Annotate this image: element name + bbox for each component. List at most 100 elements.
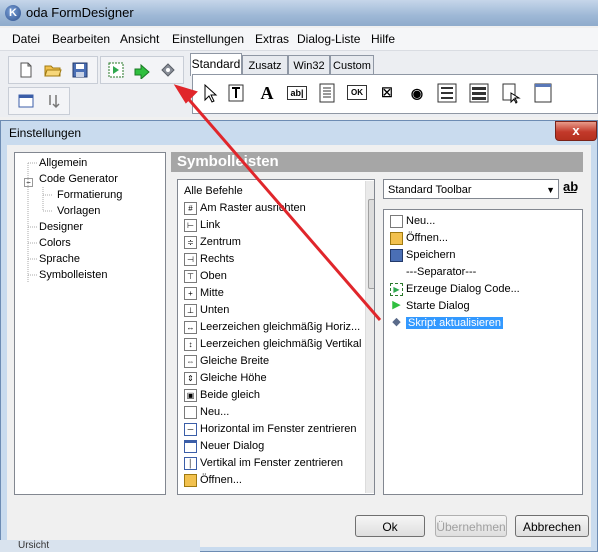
generate-code-icon[interactable] <box>107 61 125 79</box>
menu-datei[interactable]: Datei <box>12 32 40 46</box>
tree-lines <box>27 162 53 283</box>
menu-hilfe[interactable]: Hilfe <box>371 32 395 46</box>
same-size-icon: ▣ <box>184 388 197 402</box>
list-item[interactable]: Neuer Dialog <box>184 438 264 455</box>
scrollbar[interactable] <box>365 181 374 493</box>
section-header: Symbolleisten <box>171 152 583 172</box>
close-button[interactable]: x <box>555 121 597 141</box>
tab-win32[interactable]: Win32 <box>288 55 330 76</box>
list-item[interactable]: ⇕ Gleiche Höhe <box>184 370 267 387</box>
new-file-icon <box>390 214 403 228</box>
list-item[interactable]: ⊢ Link <box>184 217 220 234</box>
tab-zusatz[interactable]: Zusatz <box>242 55 288 76</box>
multiline-tool-icon[interactable] <box>315 81 339 105</box>
file-toolbar <box>8 56 98 84</box>
list-item-selected[interactable]: ◆ Skript aktualisieren <box>390 315 503 332</box>
space-vertical-icon: ↕ <box>184 337 197 351</box>
list-item[interactable]: ---Separator--- <box>406 264 476 281</box>
same-width-icon: ⇔ <box>184 354 197 368</box>
button-tool-icon[interactable]: OK <box>345 81 369 105</box>
apply-button[interactable]: Übernehmen <box>435 515 507 537</box>
open-folder-icon[interactable] <box>44 61 62 79</box>
menu-extras[interactable]: Extras <box>255 32 289 46</box>
chevron-down-icon: ▼ <box>546 185 555 195</box>
list-item[interactable]: ⊥ Unten <box>184 302 229 319</box>
new-file-icon <box>184 405 197 419</box>
new-file-icon[interactable] <box>17 61 35 79</box>
list-item[interactable]: ⊤ Oben <box>184 268 227 285</box>
run-icon: ▶ <box>390 299 403 313</box>
tab-custom[interactable]: Custom <box>330 55 374 76</box>
tab-order-icon[interactable] <box>45 92 63 110</box>
menu-bearbeiten[interactable]: Bearbeiten <box>52 32 110 46</box>
align-middle-icon: + <box>184 286 197 300</box>
same-height-icon: ⇕ <box>184 371 197 385</box>
toolbar-commands-list[interactable]: Neu... Öffnen... Speichern ---Separator-… <box>383 209 583 495</box>
list-item[interactable]: Öffnen... <box>184 472 242 489</box>
list-item[interactable]: Alle Befehle <box>184 183 243 200</box>
list-item[interactable]: Speichern <box>390 247 456 264</box>
list-item[interactable]: Öffnen... <box>390 230 448 247</box>
grid-icon: # <box>184 201 197 215</box>
list-item[interactable]: ≑ Zentrum <box>184 234 241 251</box>
combobox-tool-icon[interactable] <box>499 81 523 105</box>
open-folder-icon <box>184 473 197 487</box>
list-item[interactable]: ⊣ Rechts <box>184 251 234 268</box>
list-item[interactable]: │ Vertikal im Fenster zentrieren <box>184 455 343 472</box>
list-item[interactable]: ▶ Starte Dialog <box>390 298 470 315</box>
app-logo-icon: K <box>5 5 21 21</box>
frame-tool-icon[interactable] <box>531 81 555 105</box>
all-commands-list[interactable]: Alle Befehle # Am Raster ausrichten ⊢ Link… <box>177 179 375 495</box>
list-item[interactable]: Neu... <box>390 213 435 230</box>
groupbox-tool-icon[interactable] <box>435 81 459 105</box>
menu-dialog-liste[interactable]: Dialog-Liste <box>297 32 360 46</box>
run-icon[interactable] <box>133 61 151 79</box>
ok-button[interactable]: Ok <box>355 515 425 537</box>
settings-dialog: Einstellungen x Allgemein − Code Generat… <box>0 120 598 552</box>
cancel-button[interactable]: Abbrechen <box>515 515 589 537</box>
window-icon[interactable] <box>17 92 35 110</box>
scroll-thumb[interactable] <box>368 199 374 289</box>
view-toolbar <box>8 87 70 115</box>
tab-standard[interactable]: Standard <box>190 53 242 76</box>
save-icon <box>390 248 403 262</box>
menu-einstellungen[interactable]: Einstellungen <box>172 32 244 46</box>
title-bar: K oda FormDesigner <box>0 0 598 26</box>
align-right-icon: ⊣ <box>184 252 197 266</box>
list-item[interactable]: ↕ Leerzeichen gleichmäßig Vertikal <box>184 336 361 353</box>
settings-tree: Allgemein − Code Generator Formatierung … <box>14 152 166 495</box>
text-tool-icon[interactable]: A <box>255 81 279 105</box>
menu-ansicht[interactable]: Ansicht <box>120 32 159 46</box>
center-horizontal-icon: ─ <box>184 422 197 436</box>
refresh-script-icon[interactable] <box>159 61 177 79</box>
list-item[interactable]: # Am Raster ausrichten <box>184 200 306 217</box>
pointer-tool-icon[interactable] <box>197 81 221 105</box>
rename-icon[interactable]: a͟b <box>563 179 581 199</box>
align-top-icon: ⊤ <box>184 269 197 283</box>
align-bottom-icon: ⊥ <box>184 303 197 317</box>
listbox-tool-icon[interactable] <box>467 81 491 105</box>
list-item[interactable]: ⇔ Gleiche Breite <box>184 353 269 370</box>
new-dialog-icon <box>184 439 197 453</box>
list-item[interactable]: ▣ Beide gleich <box>184 387 260 404</box>
label-tool-icon[interactable] <box>225 81 249 105</box>
run-toolbar <box>100 56 184 84</box>
edit-field-tool-icon[interactable]: ab| <box>285 81 309 105</box>
list-item[interactable]: ↔ Leerzeichen gleichmäßig Horiz... <box>184 319 360 336</box>
menu-bar: Datei Bearbeiten Ansicht Einstellungen E… <box>0 28 598 51</box>
list-item[interactable]: Neu... <box>184 404 229 421</box>
radio-tool-icon[interactable]: ◉ <box>405 81 429 105</box>
align-left-icon: ⊢ <box>184 218 197 232</box>
checkbox-tool-icon[interactable]: ☒ <box>375 81 399 105</box>
list-item[interactable]: ▶ Erzeuge Dialog Code... <box>390 281 520 298</box>
generate-code-icon: ▶ <box>390 282 403 296</box>
component-palette: A ab| OK ☒ ◉ <box>192 74 598 114</box>
toolbar-select[interactable]: Standard Toolbar ▼ <box>383 179 559 199</box>
dialog-title: Einstellungen <box>9 126 82 140</box>
window-title: oda FormDesigner <box>26 5 134 20</box>
save-icon[interactable] <box>71 61 89 79</box>
refresh-script-icon: ◆ <box>390 316 403 330</box>
list-item[interactable]: + Mitte <box>184 285 224 302</box>
dialog-body: Allgemein − Code Generator Formatierung … <box>7 145 591 547</box>
list-item[interactable]: ─ Horizontal im Fenster zentrieren <box>184 421 357 438</box>
